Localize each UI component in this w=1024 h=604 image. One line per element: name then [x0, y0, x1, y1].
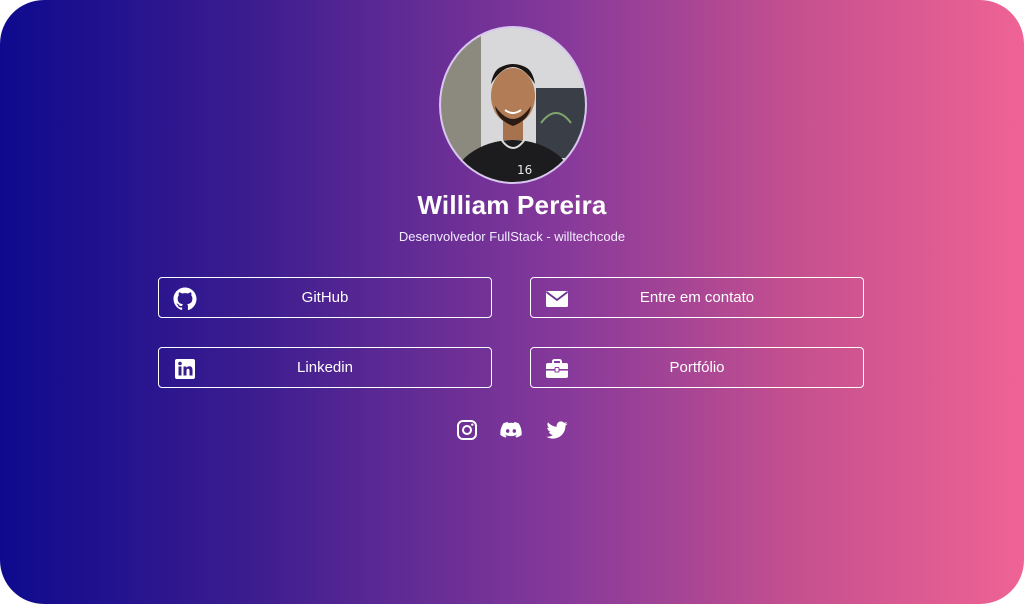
- profile-subtitle: Desenvolvedor FullStack - willtechcode: [398, 229, 626, 244]
- github-button-label: GitHub: [301, 289, 349, 306]
- avatar: 16: [439, 26, 587, 184]
- profile-name: William Pereira: [417, 190, 607, 220]
- contact-button-label: Entre em contato: [639, 289, 755, 306]
- portfolio-button-label: Portfólio: [669, 359, 725, 376]
- instagram-icon[interactable]: [455, 418, 479, 442]
- discord-icon[interactable]: [499, 418, 523, 442]
- github-button[interactable]: GitHub: [158, 277, 492, 318]
- avatar-photo: 16: [441, 28, 585, 182]
- portfolio-button[interactable]: Portfólio: [530, 347, 864, 388]
- linkedin-button-label: Linkedin: [297, 359, 353, 376]
- twitter-icon[interactable]: [545, 418, 569, 442]
- contact-button[interactable]: Entre em contato: [530, 277, 864, 318]
- linkedin-button[interactable]: Linkedin: [158, 347, 492, 388]
- svg-text:16: 16: [517, 163, 532, 177]
- profile-card: 16 William Pereira Desenvolvedor FullSta…: [0, 0, 1024, 604]
